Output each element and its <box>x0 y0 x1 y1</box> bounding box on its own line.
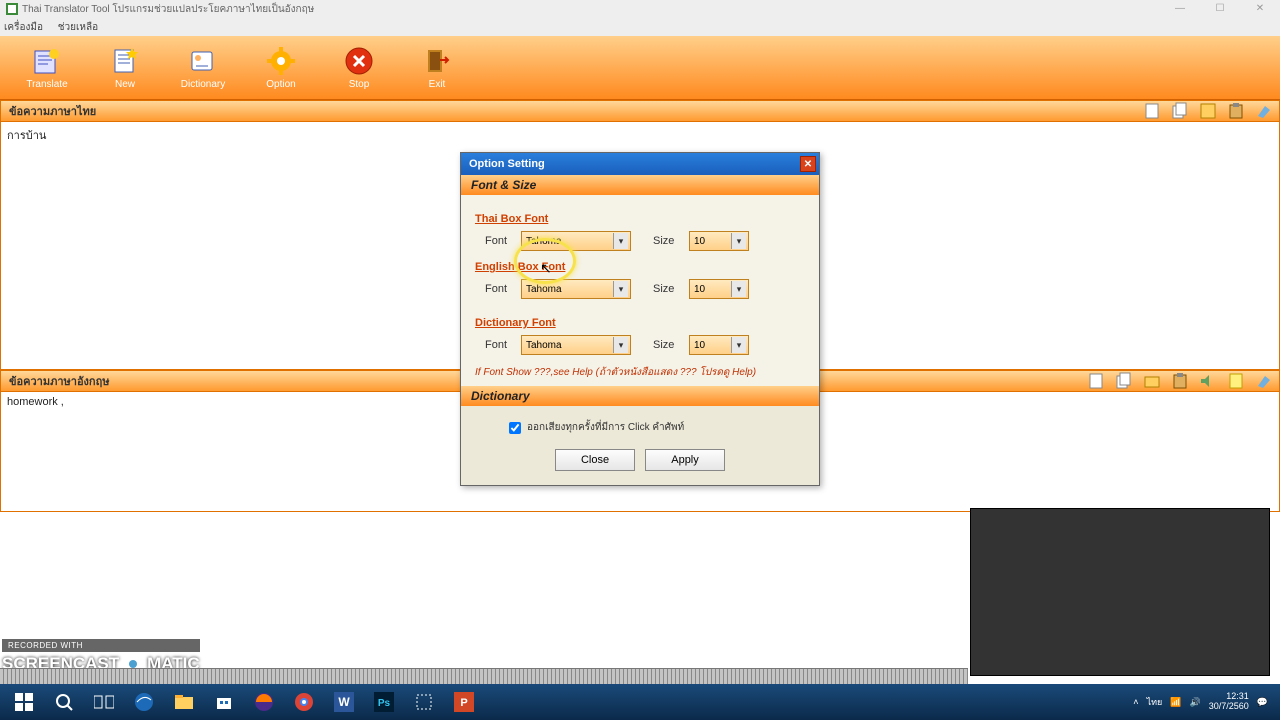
svg-text:Ps: Ps <box>378 698 391 709</box>
stop-button[interactable]: Stop <box>320 39 398 97</box>
thai-font-combo[interactable]: Tahoma <box>521 231 631 251</box>
new-icon <box>109 45 141 77</box>
thai-section-header: ข้อความภาษาไทย <box>0 100 1280 122</box>
chrome-icon[interactable] <box>284 686 324 718</box>
start-button[interactable] <box>4 686 44 718</box>
network-icon[interactable]: 📶 <box>1170 697 1181 708</box>
paste-icon[interactable] <box>1141 101 1163 121</box>
apply-button[interactable]: Apply <box>645 449 725 471</box>
speak-on-click-label: ออกเสียงทุกครั้งที่มีการ Click คำศัพท์ <box>527 420 684 435</box>
tray-up-icon[interactable]: ˄ <box>1133 697 1138 707</box>
close-window-button[interactable]: ✕ <box>1240 0 1280 16</box>
firefox-icon[interactable] <box>244 686 284 718</box>
english-box-font-label: English Box Font <box>475 261 805 273</box>
window-title: Thai Translator Tool โปรแกรมช่วยแปลประโย… <box>22 2 314 17</box>
dict-font-combo[interactable]: Tahoma <box>521 335 631 355</box>
save-icon[interactable] <box>1197 101 1219 121</box>
option-button[interactable]: Option <box>242 39 320 97</box>
dict-size-combo[interactable]: 10 <box>689 335 749 355</box>
language-indicator[interactable]: ไทย <box>1147 695 1163 709</box>
clear-icon[interactable] <box>1253 101 1275 121</box>
taskbar-clock[interactable]: 12:31 30/7/2560 <box>1209 692 1249 712</box>
clipboard-icon[interactable] <box>1225 101 1247 121</box>
edge-icon[interactable] <box>124 686 164 718</box>
stop-icon <box>343 45 375 77</box>
english-font-combo[interactable]: Tahoma <box>521 279 631 299</box>
speak-icon-en[interactable] <box>1197 371 1219 391</box>
dictionary-icon <box>187 45 219 77</box>
dialog-close-button[interactable]: ✕ <box>800 156 816 172</box>
close-button[interactable]: Close <box>555 449 635 471</box>
english-size-combo[interactable]: 10 <box>689 279 749 299</box>
new-button[interactable]: New <box>86 39 164 97</box>
exit-icon <box>421 45 453 77</box>
open-icon-en[interactable] <box>1141 371 1163 391</box>
app-icon-1[interactable] <box>404 686 444 718</box>
option-icon <box>265 45 297 77</box>
copy-icon[interactable] <box>1169 101 1191 121</box>
font-hint: If Font Show ???,see Help (ถ้าตัวหนังสือ… <box>475 365 805 380</box>
font-size-section-header: Font & Size <box>461 175 819 195</box>
search-icon[interactable] <box>44 686 84 718</box>
recorder-timeline[interactable] <box>0 668 968 684</box>
copy-icon-en[interactable] <box>1113 371 1135 391</box>
option-setting-dialog: Option Setting ✕ Font & Size Thai Box Fo… <box>460 152 820 486</box>
menu-tools[interactable]: เครื่องมือ <box>4 22 43 33</box>
thai-size-combo[interactable]: 10 <box>689 231 749 251</box>
exit-button[interactable]: Exit <box>398 39 476 97</box>
translate-button[interactable]: Translate <box>8 39 86 97</box>
photoshop-icon[interactable]: Ps <box>364 686 404 718</box>
main-toolbar: Translate New Dictionary Option Stop Exi… <box>0 36 1280 100</box>
webcam-overlay <box>970 508 1270 676</box>
maximize-button[interactable]: ☐ <box>1200 0 1240 16</box>
minimize-button[interactable]: — <box>1160 0 1200 16</box>
store-icon[interactable] <box>204 686 244 718</box>
app-icon <box>6 3 18 15</box>
svg-text:W: W <box>338 695 350 709</box>
dictionary-font-label: Dictionary Font <box>475 317 805 329</box>
svg-text:P: P <box>460 697 467 709</box>
menubar: เครื่องมือ ช่วยเหลือ <box>0 18 1280 36</box>
taskbar: W Ps P ˄ ไทย 📶 🔊 12:31 30/7/2560 💬 <box>0 684 1280 720</box>
translate-icon <box>31 45 63 77</box>
thai-box-font-label: Thai Box Font <box>475 213 805 225</box>
menu-help[interactable]: ช่วยเหลือ <box>58 22 98 33</box>
powerpoint-icon[interactable]: P <box>444 686 484 718</box>
window-titlebar: Thai Translator Tool โปรแกรมช่วยแปลประโย… <box>0 0 1280 18</box>
word-icon[interactable]: W <box>324 686 364 718</box>
note-icon-en[interactable] <box>1225 371 1247 391</box>
explorer-icon[interactable] <box>164 686 204 718</box>
clipboard-icon-en[interactable] <box>1169 371 1191 391</box>
speak-on-click-checkbox[interactable] <box>509 422 521 434</box>
dictionary-button[interactable]: Dictionary <box>164 39 242 97</box>
volume-icon[interactable]: 🔊 <box>1190 697 1201 708</box>
clear-icon-en[interactable] <box>1253 371 1275 391</box>
task-view-icon[interactable] <box>84 686 124 718</box>
dialog-titlebar[interactable]: Option Setting ✕ <box>461 153 819 175</box>
notifications-icon[interactable]: 💬 <box>1257 697 1268 708</box>
dictionary-section-header: Dictionary <box>461 386 819 406</box>
paste-icon-en[interactable] <box>1085 371 1107 391</box>
